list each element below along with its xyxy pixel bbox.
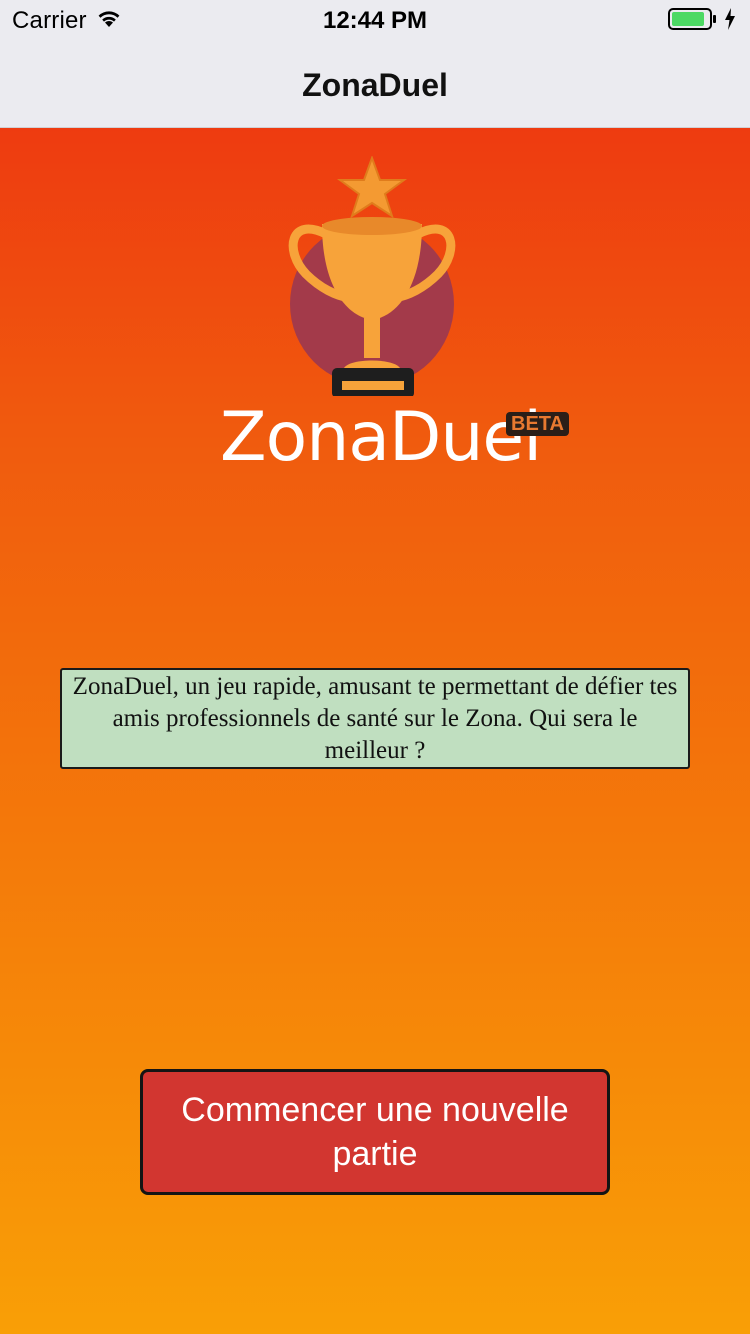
- battery-icon: [668, 7, 718, 36]
- status-bar: Carrier 12:44 PM: [0, 0, 750, 40]
- trophy-icon: [288, 156, 456, 396]
- charging-bolt-icon: [724, 7, 736, 35]
- start-new-game-button[interactable]: Commencer une nouvelle partie: [140, 1069, 610, 1195]
- status-right: [668, 7, 736, 36]
- navigation-bar: ZonaDuel: [0, 40, 750, 128]
- status-time: 12:44 PM: [322, 7, 428, 34]
- intro-description: ZonaDuel, un jeu rapide, amusant te perm…: [72, 672, 678, 764]
- main-content: ZonaDuel BETA ZonaDuel, un jeu rapide, a…: [0, 128, 750, 1334]
- intro-description-box: ZonaDuel, un jeu rapide, amusant te perm…: [60, 668, 690, 769]
- beta-badge: BETA: [506, 412, 569, 436]
- app-logo: ZonaDuel BETA: [220, 156, 580, 477]
- logo-wordmark: ZonaDuel: [220, 398, 542, 477]
- nav-title: ZonaDuel: [302, 67, 448, 103]
